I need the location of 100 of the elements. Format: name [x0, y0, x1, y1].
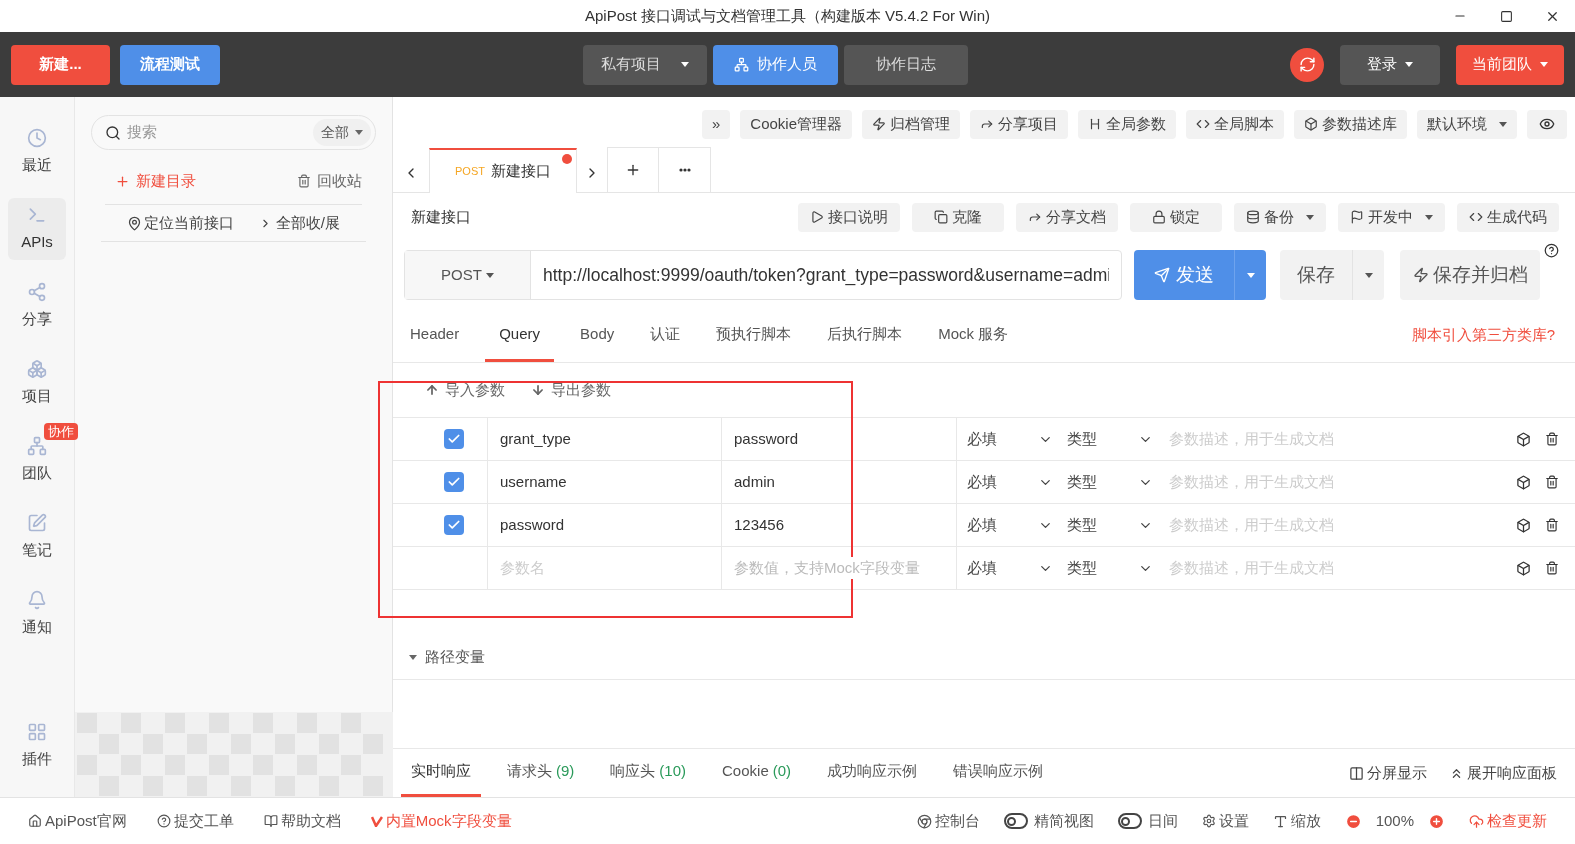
- status-link[interactable]: 帮助文档: [263, 809, 341, 833]
- filter-dropdown[interactable]: 全部: [313, 119, 371, 146]
- sync-button[interactable]: [1290, 47, 1324, 82]
- home-icon: [28, 814, 42, 828]
- rail-item[interactable]: 插件: [8, 715, 66, 777]
- type-dropdown[interactable]: 类型: [1057, 547, 1157, 589]
- rail-item[interactable]: APIs: [8, 198, 66, 260]
- response-tab[interactable]: 响应头 (10): [600, 749, 697, 797]
- trash-icon[interactable]: [1545, 518, 1559, 532]
- response-tab[interactable]: 错误响应示例: [943, 749, 1054, 797]
- response-tab[interactable]: 成功响应示例: [817, 749, 928, 797]
- cube-icon[interactable]: [1516, 560, 1531, 576]
- type-dropdown[interactable]: 类型: [1057, 504, 1157, 546]
- action-button[interactable]: 开发中: [1338, 202, 1445, 232]
- param-tab[interactable]: 预执行脚本: [706, 309, 802, 362]
- action-button[interactable]: 接口说明: [798, 202, 900, 232]
- action-button[interactable]: 备份: [1234, 202, 1326, 232]
- param-tab[interactable]: 后执行脚本: [817, 309, 913, 362]
- settings-button[interactable]: 设置: [1201, 809, 1249, 833]
- toolbar-button[interactable]: 归档管理: [862, 109, 960, 139]
- cube-icon[interactable]: [1516, 517, 1531, 533]
- param-value-field[interactable]: admin: [722, 461, 957, 503]
- rail-item[interactable]: 通知: [8, 583, 66, 645]
- param-key-field[interactable]: grant_type: [488, 418, 722, 460]
- request-tab[interactable]: POST 新建接口: [429, 148, 577, 193]
- action-button[interactable]: 锁定: [1130, 202, 1222, 232]
- toggle-all-button[interactable]: 全部收/展: [258, 211, 340, 235]
- script-library-link[interactable]: 脚本引入第三方类库?: [1411, 324, 1555, 347]
- checkbox[interactable]: [444, 429, 464, 449]
- toolbar-button[interactable]: 默认环境: [1417, 109, 1517, 139]
- status-link[interactable]: ApiPost官网: [28, 809, 127, 833]
- param-key-field[interactable]: username: [488, 461, 722, 503]
- rail-item[interactable]: 笔记: [8, 506, 66, 568]
- status-link[interactable]: 内置Mock字段变量: [370, 809, 512, 833]
- preview-button[interactable]: [1527, 109, 1567, 139]
- caret-icon: [1425, 214, 1433, 220]
- type-dropdown[interactable]: 类型: [1057, 461, 1157, 503]
- rail-item[interactable]: 分享: [8, 275, 66, 337]
- zoom-in-icon[interactable]: [1428, 812, 1445, 830]
- toolbar-button[interactable]: »: [701, 109, 731, 139]
- response-tab[interactable]: 请求头 (9): [497, 749, 585, 797]
- console-button[interactable]: 控制台: [916, 809, 980, 833]
- export-button[interactable]: 导出参数: [531, 378, 611, 402]
- trash-icon[interactable]: [1545, 475, 1559, 489]
- project-tab[interactable]: 私有项目: [583, 44, 707, 85]
- search-field[interactable]: 搜索 全部: [91, 115, 376, 150]
- toolbar-button[interactable]: 全局脚本: [1186, 109, 1284, 139]
- action-button[interactable]: 克隆: [912, 202, 1004, 232]
- zoom-out-icon[interactable]: [1344, 812, 1362, 830]
- check-icon: [447, 518, 461, 532]
- trash-button[interactable]: 回收站: [297, 169, 362, 193]
- save-button[interactable]: 保存: [1280, 250, 1384, 300]
- cube-icon[interactable]: [1516, 431, 1531, 447]
- expand-panel-button[interactable]: 展开响应面板: [1449, 761, 1557, 785]
- clock-icon: [27, 127, 47, 148]
- save-archive-button[interactable]: 保存并归档: [1400, 250, 1540, 300]
- team-button[interactable]: 当前团队: [1456, 44, 1564, 85]
- trash-icon: [297, 174, 311, 188]
- import-button[interactable]: 导入参数: [425, 378, 505, 402]
- toolbar-button[interactable]: 参数描述库: [1294, 109, 1407, 139]
- toolbar-button[interactable]: 全局参数: [1078, 109, 1176, 139]
- action-button[interactable]: 生成代码: [1457, 202, 1559, 232]
- checkbox[interactable]: [444, 472, 464, 492]
- toggle-switch[interactable]: 日间: [1117, 809, 1178, 833]
- required-dropdown[interactable]: 必填: [957, 461, 1057, 503]
- new-folder-button[interactable]: 新建目录: [115, 169, 196, 193]
- toolbar-button[interactable]: 分享项目: [970, 109, 1068, 139]
- update-button[interactable]: 检查更新: [1469, 809, 1547, 833]
- param-value-field[interactable]: password: [722, 418, 957, 460]
- login-button[interactable]: 登录: [1340, 44, 1440, 85]
- project-tab[interactable]: 协作日志: [844, 44, 968, 85]
- toolbar-button[interactable]: Cookie管理器: [740, 109, 852, 139]
- param-tab[interactable]: 认证: [640, 309, 691, 362]
- path-variables-toggle[interactable]: 路径变量: [393, 636, 1575, 680]
- rail-item[interactable]: 最近: [8, 121, 66, 183]
- param-tab[interactable]: Mock 服务: [928, 309, 1019, 362]
- method-dropdown[interactable]: POST: [405, 251, 531, 299]
- locate-button[interactable]: 定位当前接口: [127, 211, 234, 235]
- rail-item[interactable]: 项目: [8, 352, 66, 414]
- type-dropdown[interactable]: 类型: [1057, 418, 1157, 460]
- required-dropdown[interactable]: 必填: [957, 547, 1057, 589]
- cube-icon[interactable]: [1516, 474, 1531, 490]
- status-link[interactable]: 提交工单: [156, 809, 234, 833]
- required-dropdown[interactable]: 必填: [957, 504, 1057, 546]
- response-tab[interactable]: Cookie (0): [712, 749, 802, 797]
- param-tab[interactable]: Header: [410, 309, 470, 362]
- trash-icon[interactable]: [1545, 432, 1559, 446]
- check-icon: [447, 432, 461, 446]
- toggle-switch[interactable]: 精简视图: [1003, 809, 1094, 833]
- checkbox[interactable]: [444, 515, 464, 535]
- param-key-field[interactable]: password: [488, 504, 722, 546]
- trash-icon[interactable]: [1545, 561, 1559, 575]
- param-tab[interactable]: Query: [485, 309, 555, 362]
- caret-icon: [1246, 272, 1255, 278]
- required-dropdown[interactable]: 必填: [957, 418, 1057, 460]
- action-button[interactable]: 分享文档: [1016, 202, 1118, 232]
- new-button[interactable]: 新建...: [11, 44, 110, 85]
- split-view-button[interactable]: 分屏显示: [1349, 761, 1427, 785]
- param-tab[interactable]: Body: [570, 309, 625, 362]
- param-value-field[interactable]: 123456: [722, 504, 957, 546]
